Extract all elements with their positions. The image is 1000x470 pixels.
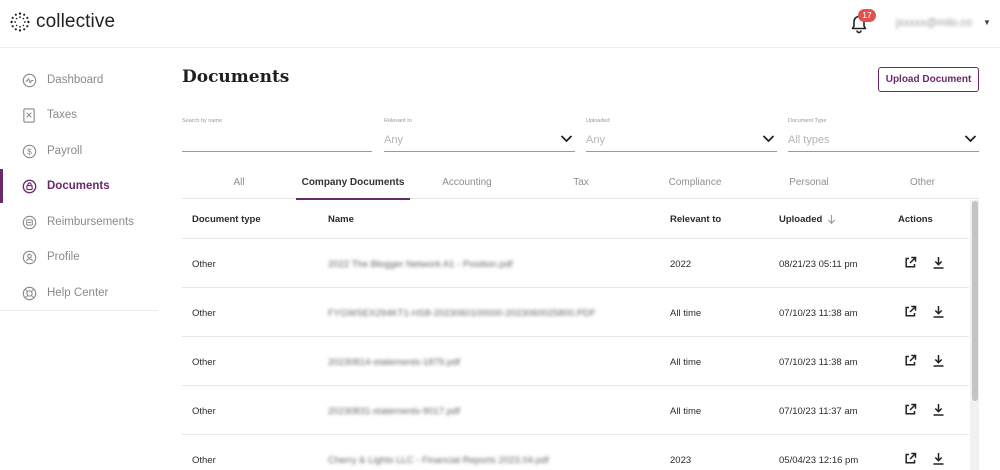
sidebar-item-label: Help Center	[47, 287, 109, 299]
search-filter-label: Search by name	[182, 118, 223, 124]
download-icon[interactable]	[932, 256, 945, 269]
cell-document-type: Other	[192, 455, 216, 466]
download-icon[interactable]	[932, 354, 945, 367]
receipt-icon	[21, 107, 37, 123]
cell-document-type: Other	[192, 406, 216, 417]
cell-uploaded: 07/10/23 11:38 am	[779, 357, 858, 368]
user-circle-icon	[21, 249, 37, 265]
sidebar-item-label: Profile	[47, 251, 80, 263]
search-input[interactable]	[182, 132, 372, 150]
user-email[interactable]: jxxxxx@milo.co	[896, 17, 972, 29]
download-icon[interactable]	[932, 452, 945, 465]
cell-document-type: Other	[192, 308, 216, 319]
arrow-down-icon[interactable]	[827, 214, 836, 225]
chevron-down-icon[interactable]	[560, 134, 573, 143]
notification-badge: 17	[858, 9, 876, 22]
doctype-filter-label: Document Type	[788, 118, 827, 124]
document-lock-icon	[21, 178, 37, 194]
reimburse-icon	[21, 214, 37, 230]
dollar-circle-icon: $	[21, 143, 37, 159]
top-bar: collective 17 jxxxxx@milo.co ▼	[0, 0, 1000, 48]
table-row[interactable]: Other 2022 The Blogger Network A1 - Posi…	[182, 239, 969, 288]
sidebar-item-reimbursements[interactable]: Reimbursements	[0, 205, 158, 239]
sidebar-item-label: Dashboard	[47, 74, 104, 86]
relevant-filter-label: Relevant to	[384, 118, 412, 124]
tab-company-documents[interactable]: Company Documents	[296, 172, 410, 200]
cell-relevant-to: All time	[670, 406, 702, 417]
download-icon[interactable]	[932, 403, 945, 416]
download-icon[interactable]	[932, 305, 945, 318]
cell-uploaded: 07/10/23 11:38 am	[779, 308, 858, 319]
tab-other[interactable]: Other	[866, 172, 979, 199]
sidebar-item-label: Payroll	[47, 145, 83, 157]
cell-document-type: Other	[192, 357, 216, 368]
table-scrollbar-thumb[interactable]	[972, 201, 978, 401]
column-header-uploaded[interactable]: Uploaded	[779, 214, 822, 225]
sidebar-item-label: Documents	[47, 180, 110, 192]
cell-relevant-to: All time	[670, 357, 702, 368]
uploaded-filter-value[interactable]: Any	[586, 134, 605, 146]
table-row[interactable]: Other Cherry & Lights LLC - Financial Re…	[182, 435, 969, 470]
table-row[interactable]: Other 20230814-statements-1879.pdf All t…	[182, 337, 969, 386]
relevant-filter-value[interactable]: Any	[384, 134, 403, 146]
sidebar-item-label: Reimbursements	[47, 216, 134, 228]
open-external-icon[interactable]	[904, 452, 917, 465]
sidebar-item-profile[interactable]: Profile	[0, 240, 158, 274]
cell-name[interactable]: FYGWSEX294KT1-HS8-2023060100000-20230600…	[328, 308, 596, 319]
open-external-icon[interactable]	[904, 354, 917, 367]
tab-all[interactable]: All	[182, 172, 296, 199]
cell-document-type: Other	[192, 259, 216, 270]
cell-relevant-to: 2022	[670, 259, 692, 270]
cell-relevant-to: 2023	[670, 455, 692, 466]
tab-tax[interactable]: Tax	[524, 172, 638, 199]
sidebar-item-documents[interactable]: Documents	[0, 169, 158, 203]
upload-document-button[interactable]: Upload Document	[878, 67, 979, 92]
column-header-actions: Actions	[898, 214, 933, 225]
user-menu-caret-icon[interactable]: ▼	[983, 18, 991, 27]
doctype-filter-value[interactable]: All types	[788, 134, 830, 146]
doctype-filter[interactable]: Document Type All types	[788, 118, 979, 152]
tab-personal[interactable]: Personal	[752, 172, 866, 199]
logo[interactable]: collective	[10, 11, 115, 33]
column-header-relevant-to[interactable]: Relevant to	[670, 214, 721, 225]
chevron-down-icon[interactable]	[964, 134, 977, 143]
page-title: Documents	[182, 67, 290, 87]
sidebar-item-payroll[interactable]: $ Payroll	[0, 134, 158, 168]
collective-logo-icon	[10, 12, 30, 32]
sidebar: Dashboard Taxes $ Payroll Documents Reim…	[0, 48, 158, 311]
search-filter: Search by name	[182, 118, 372, 152]
column-header-name[interactable]: Name	[328, 214, 354, 225]
relevant-filter[interactable]: Relevant to Any	[384, 118, 575, 152]
activity-icon	[21, 72, 37, 88]
svg-text:$: $	[27, 146, 32, 156]
logo-text: collective	[36, 11, 116, 32]
table-row[interactable]: Other FYGWSEX294KT1-HS8-2023060100000-20…	[182, 288, 969, 337]
open-external-icon[interactable]	[904, 403, 917, 416]
tab-compliance[interactable]: Compliance	[638, 172, 752, 199]
cell-relevant-to: All time	[670, 308, 702, 319]
uploaded-filter-label: Uploaded	[586, 118, 610, 124]
open-external-icon[interactable]	[904, 305, 917, 318]
cell-name[interactable]: 20230831-statements-9017.pdf	[328, 406, 460, 417]
sidebar-item-label: Taxes	[47, 109, 78, 121]
lifebuoy-icon	[21, 285, 37, 301]
cell-name[interactable]: Cherry & Lights LLC - Financial Reports …	[328, 455, 549, 466]
tab-accounting[interactable]: Accounting	[410, 172, 524, 199]
sidebar-item-taxes[interactable]: Taxes	[0, 98, 158, 132]
column-header-document-type[interactable]: Document type	[192, 214, 261, 225]
table-row[interactable]: Other 20230831-statements-9017.pdf All t…	[182, 386, 969, 435]
documents-table: Document type Name Relevant to Uploaded …	[182, 200, 969, 470]
cell-uploaded: 08/21/23 05:11 pm	[779, 259, 858, 270]
category-tabs: All Company Documents Accounting Tax Com…	[182, 172, 979, 200]
sidebar-item-help-center[interactable]: Help Center	[0, 276, 158, 310]
cell-uploaded: 07/10/23 11:37 am	[779, 406, 858, 417]
open-external-icon[interactable]	[904, 256, 917, 269]
chevron-down-icon[interactable]	[762, 134, 775, 143]
cell-uploaded: 05/04/23 12:16 pm	[779, 455, 859, 466]
uploaded-filter[interactable]: Uploaded Any	[586, 118, 777, 152]
sidebar-item-dashboard[interactable]: Dashboard	[0, 63, 158, 97]
cell-name[interactable]: 20230814-statements-1879.pdf	[328, 357, 460, 368]
cell-name[interactable]: 2022 The Blogger Network A1 - Position.p…	[328, 259, 513, 270]
